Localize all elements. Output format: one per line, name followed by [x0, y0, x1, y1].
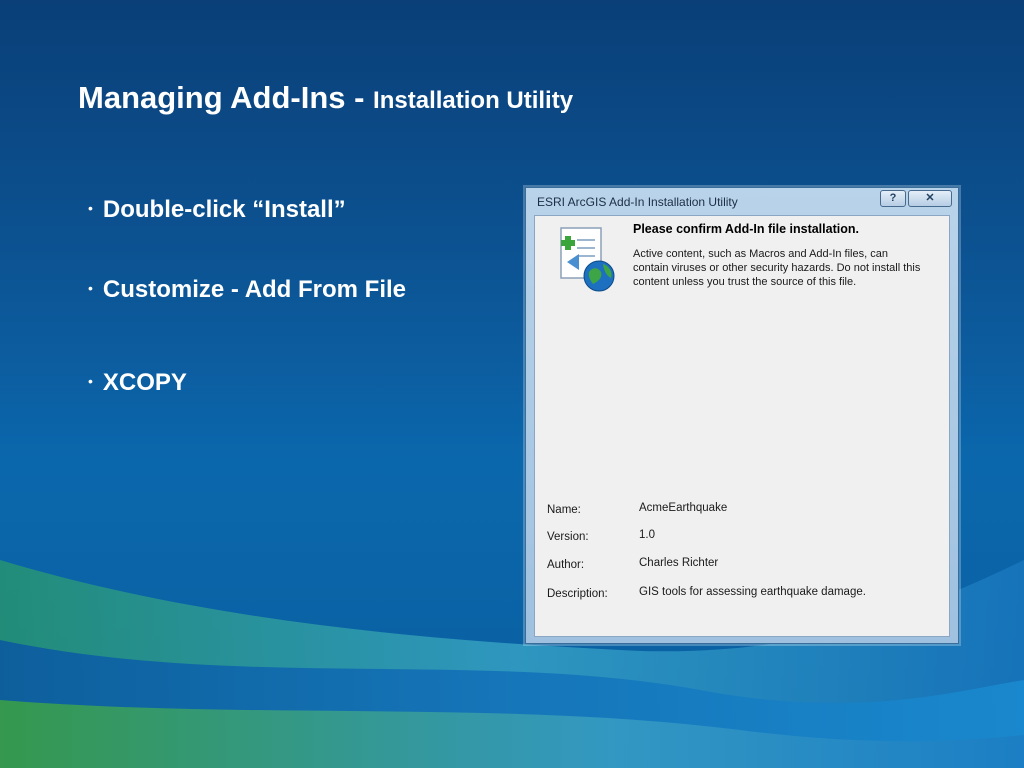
author-value: Charles Richter: [639, 557, 719, 569]
bullet-text: Customize - Add From File: [102, 276, 407, 303]
description-label: Description:: [547, 588, 608, 600]
dialog-titlebar[interactable]: ESRI ArcGIS Add-In Installation Utility …: [526, 188, 958, 214]
bullet-text: XCOPY: [102, 369, 187, 396]
slide-title: Managing Add-Ins - Installation Utility: [78, 80, 573, 116]
help-button[interactable]: ?: [880, 190, 906, 207]
bullet-dot: •: [88, 280, 93, 296]
warning-line: Active content, such as Macros and Add-I…: [633, 248, 888, 260]
installation-dialog: ESRI ArcGIS Add-In Installation Utility …: [525, 187, 959, 644]
version-label: Version:: [547, 531, 589, 543]
bullet-text: Double-click “Install”: [102, 196, 346, 223]
bullet-item: • Customize - Add From File: [88, 276, 406, 304]
description-value: GIS tools for assessing earthquake damag…: [639, 586, 866, 598]
help-icon: ?: [889, 192, 897, 204]
slide-title-sub: Installation Utility: [373, 87, 574, 114]
name-value: AcmeEarthquake: [639, 502, 728, 514]
warning-text: Active content, such as Macros and Add-I…: [633, 247, 920, 289]
bullet-dot: •: [88, 200, 93, 216]
warning-line: content unless you trust the source of t…: [633, 276, 857, 288]
dialog-client-area: Please confirm Add-In file installation.…: [534, 215, 950, 637]
author-label: Author:: [547, 559, 585, 571]
slide-title-main: Managing Add-Ins -: [78, 80, 374, 115]
close-icon: ✕: [925, 192, 935, 204]
bullet-dot: •: [88, 373, 93, 389]
bullet-item: • Double-click “Install”: [88, 196, 346, 224]
bullet-item: • XCOPY: [88, 369, 187, 397]
close-button[interactable]: ✕: [908, 190, 952, 207]
name-label: Name:: [547, 504, 581, 516]
addin-document-globe-icon: [560, 227, 615, 292]
confirm-heading: Please confirm Add-In file installation.: [633, 222, 859, 236]
dialog-title: ESRI ArcGIS Add-In Installation Utility: [537, 195, 738, 209]
warning-line: contain viruses or other security hazard…: [633, 262, 921, 274]
version-value: 1.0: [639, 529, 655, 541]
